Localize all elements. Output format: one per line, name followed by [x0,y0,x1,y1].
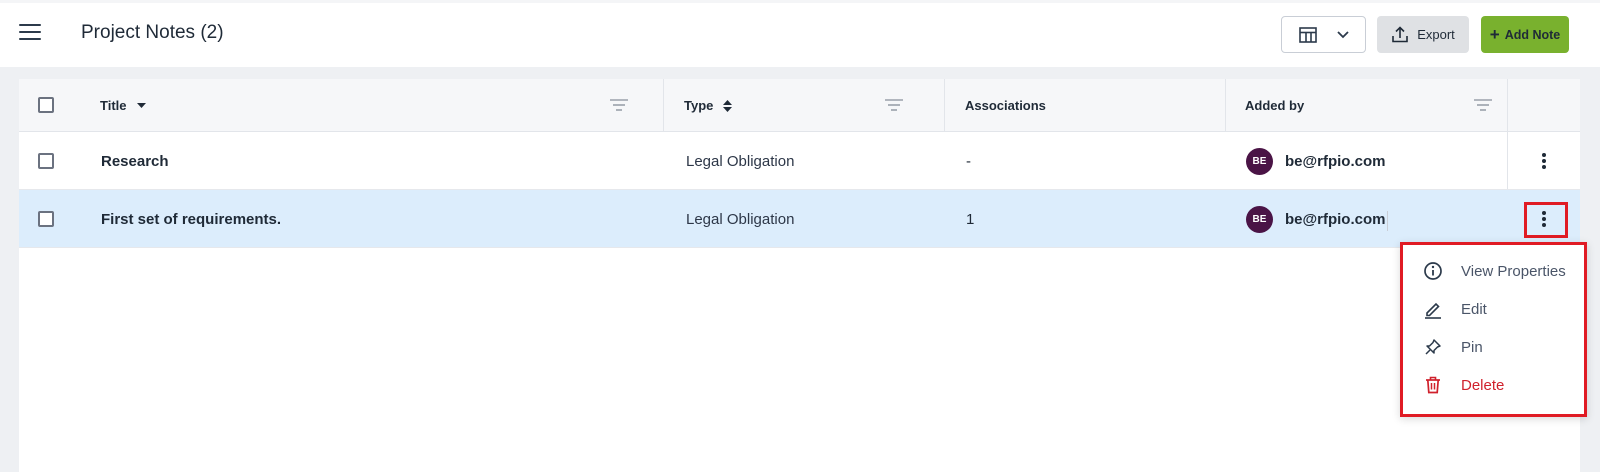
filter-icon[interactable] [885,98,903,112]
upload-icon [1392,26,1409,43]
note-associations: 1 [966,210,975,228]
row-checkbox[interactable] [38,211,54,227]
notes-table: Title Type Associations Added by Researc… [19,79,1580,472]
sort-both-icon [723,99,733,112]
added-by: BE be@rfpio.com [1246,190,1385,248]
table-row[interactable]: First set of requirements. Legal Obligat… [19,190,1580,248]
export-button[interactable]: Export [1377,16,1469,53]
added-by: BE be@rfpio.com [1246,132,1385,190]
menu-item-edit[interactable]: Edit [1403,292,1584,326]
menu-item-pin[interactable]: Pin [1403,330,1584,364]
column-header-added-by[interactable]: Added by [1245,79,1304,132]
table-header: Title Type Associations Added by [19,79,1580,132]
added-by-email: be@rfpio.com [1285,210,1386,228]
pin-icon [1425,339,1441,355]
column-header-associations[interactable]: Associations [965,79,1046,132]
export-label: Export [1417,27,1455,42]
select-all-checkbox[interactable] [38,97,54,113]
chevron-down-icon [1336,30,1349,38]
note-title[interactable]: Research [101,132,169,190]
text-cursor [1387,211,1388,231]
page-header: Project Notes (2) Export + Add Note [0,0,1600,67]
row-actions-menu: View Properties Edit Pin Delete [1400,242,1587,417]
table-row[interactable]: Research Legal Obligation - BE be@rfpio.… [19,132,1580,190]
column-header-title[interactable]: Title [100,79,146,132]
kebab-highlight-box [1524,202,1568,238]
plus-icon: + [1489,25,1500,44]
trash-icon [1426,376,1440,394]
note-type: Legal Obligation [686,210,795,228]
info-icon [1424,262,1442,280]
note-associations: - [966,152,971,170]
column-header-type[interactable]: Type [684,79,733,132]
filter-icon[interactable] [1474,98,1492,112]
page-title: Project Notes (2) [81,22,224,43]
menu-item-view-properties[interactable]: View Properties [1403,254,1584,288]
added-by-email: be@rfpio.com [1285,152,1386,170]
filter-icon[interactable] [610,98,628,112]
table-columns-icon [1298,26,1317,43]
avatar: BE [1246,147,1273,175]
note-title[interactable]: First set of requirements. [101,190,281,248]
pencil-icon [1425,302,1441,319]
add-note-button[interactable]: + Add Note [1481,16,1569,53]
hamburger-menu-icon[interactable] [19,22,43,42]
menu-item-delete[interactable]: Delete [1403,368,1584,402]
note-type: Legal Obligation [686,152,795,170]
add-note-label: Add Note [1504,27,1561,42]
row-actions-kebab-icon[interactable] [1537,151,1551,171]
sort-down-icon [136,102,146,108]
avatar: BE [1246,205,1273,233]
row-checkbox[interactable] [38,153,54,169]
column-layout-button[interactable] [1281,16,1366,53]
